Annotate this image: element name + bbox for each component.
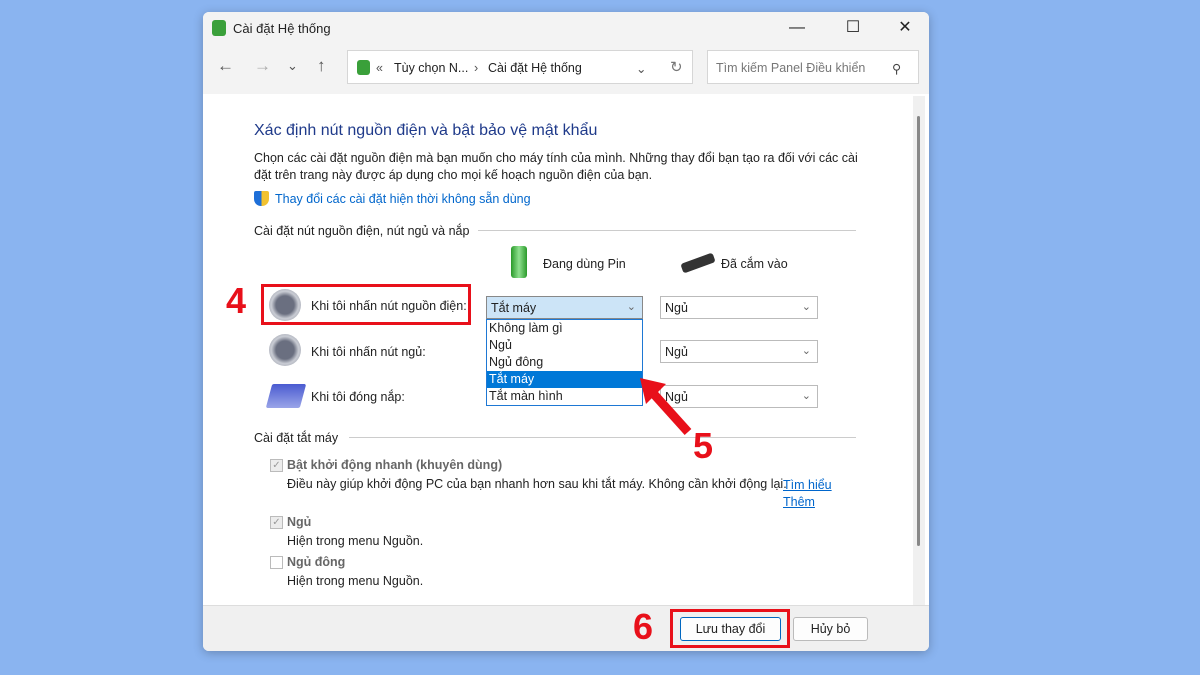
address-dropdown-icon[interactable]: ⌄ xyxy=(636,61,646,76)
breadcrumb-chevron-icon: › xyxy=(474,61,479,75)
page-description: Chọn các cài đặt nguồn điện mà bạn muốn … xyxy=(254,151,858,182)
arrow-shaft xyxy=(648,388,692,436)
lid-close-label: Khi tôi đóng nắp: xyxy=(311,390,405,404)
sleep-label: Ngủ xyxy=(287,515,312,529)
vertical-scrollbar[interactable] xyxy=(913,96,925,606)
annotation-box-save xyxy=(670,609,790,648)
annotation-step-6: 6 xyxy=(633,606,654,647)
option-shut-down[interactable]: Tắt máy xyxy=(487,371,642,388)
uac-shield-icon xyxy=(254,191,269,206)
hibernate-label: Ngủ đông xyxy=(287,555,346,569)
option-do-nothing[interactable]: Không làm gì xyxy=(487,320,642,337)
breadcrumb-power-options[interactable]: Tùy chọn N... xyxy=(394,61,468,75)
power-button-dropdown-list[interactable]: Không làm gì Ngủ Ngủ đông Tắt máy Tắt mà… xyxy=(486,319,643,406)
title-bar: Cài đặt Hệ thống — ☐ ✕ xyxy=(203,12,929,44)
fast-startup-checkbox[interactable]: ✓ xyxy=(270,459,283,472)
search-input[interactable]: Tìm kiếm Panel Điều khiển ⚲ xyxy=(707,50,919,84)
forward-icon[interactable]: → xyxy=(254,56,271,76)
column-on-battery: Đang dùng Pin xyxy=(543,257,626,271)
power-button-battery-select[interactable]: Tắt máy ⌄ xyxy=(486,296,643,319)
hibernate-checkbox[interactable] xyxy=(270,556,283,569)
sleep-button-icon xyxy=(269,334,301,366)
selected-value: Ngủ xyxy=(665,301,688,315)
annotation-step-4: 4 xyxy=(226,280,247,321)
power-options-icon xyxy=(357,60,370,75)
cancel-button[interactable]: Hủy bỏ xyxy=(793,617,868,641)
recent-locations-icon[interactable]: ⌄ xyxy=(287,58,298,74)
maximize-button[interactable]: ☐ xyxy=(833,17,873,39)
refresh-icon[interactable]: ↻ xyxy=(670,58,683,76)
fast-startup-label: Bật khởi động nhanh (khuyên dùng) xyxy=(287,458,503,472)
section-power-buttons-label: Cài đặt nút nguồn điện, nút ngủ và nắp xyxy=(254,224,470,238)
selected-value: Tắt máy xyxy=(491,301,537,315)
sleep-button-plugged-select[interactable]: Ngủ ⌄ xyxy=(660,340,818,363)
lid-close-icon xyxy=(265,384,307,408)
hibernate-desc: Hiện trong menu Nguồn. xyxy=(287,574,424,588)
option-hibernate[interactable]: Ngủ đông xyxy=(487,354,642,371)
divider xyxy=(478,230,856,231)
option-sleep[interactable]: Ngủ xyxy=(487,337,642,354)
breadcrumb-overflow[interactable]: « xyxy=(376,61,383,75)
annotation-box-power-button xyxy=(261,284,471,325)
sleep-button-label: Khi tôi nhấn nút ngủ: xyxy=(311,345,426,359)
window-title: Cài đặt Hệ thống xyxy=(233,21,331,36)
battery-icon xyxy=(511,246,527,278)
close-button[interactable]: ✕ xyxy=(885,17,925,39)
annotation-arrow xyxy=(640,378,692,436)
learn-more-link[interactable]: Tìm hiểu Thêm xyxy=(783,477,843,511)
search-icon[interactable]: ⚲ xyxy=(892,61,901,76)
breadcrumb-system-settings[interactable]: Cài đặt Hệ thống xyxy=(488,61,582,75)
chevron-down-icon: ⌄ xyxy=(626,301,636,313)
search-placeholder: Tìm kiếm Panel Điều khiển xyxy=(716,61,866,75)
sleep-checkbox[interactable]: ✓ xyxy=(270,516,283,529)
option-turn-off-display[interactable]: Tắt màn hình xyxy=(487,388,642,405)
scrollbar-thumb[interactable] xyxy=(917,116,920,546)
selected-value: Ngủ xyxy=(665,345,688,359)
fast-startup-desc: Điều này giúp khởi động PC của bạn nhanh… xyxy=(287,477,787,491)
page-title: Xác định nút nguồn điện và bật bảo vệ mậ… xyxy=(254,122,598,139)
power-button-plugged-select[interactable]: Ngủ ⌄ xyxy=(660,296,818,319)
up-icon[interactable]: ↑ xyxy=(317,56,326,76)
minimize-button[interactable]: — xyxy=(777,17,817,39)
plug-icon xyxy=(680,252,716,274)
chevron-down-icon: ⌄ xyxy=(801,345,811,357)
back-icon[interactable]: ← xyxy=(217,56,234,76)
column-plugged-in: Đã cắm vào xyxy=(721,257,788,271)
system-settings-window: Cài đặt Hệ thống — ☐ ✕ ← → ⌄ ↑ « Tùy chọ… xyxy=(203,12,929,651)
power-options-icon xyxy=(212,20,226,36)
change-unavailable-settings-link[interactable]: Thay đổi các cài đặt hiện thời không sẵn… xyxy=(275,192,531,206)
sleep-desc: Hiện trong menu Nguồn. xyxy=(287,534,424,548)
navigation-bar: ← → ⌄ ↑ « Tùy chọn N... › Cài đặt Hệ thố… xyxy=(203,44,929,94)
address-bar[interactable]: « Tùy chọn N... › Cài đặt Hệ thống ⌄ ↻ xyxy=(347,50,693,84)
footer-bar: Lưu thay đổi Hủy bỏ xyxy=(203,605,929,651)
chevron-down-icon: ⌄ xyxy=(801,301,811,313)
chevron-down-icon: ⌄ xyxy=(801,390,811,402)
section-shutdown-label: Cài đặt tắt máy xyxy=(254,431,339,445)
divider xyxy=(349,437,856,438)
